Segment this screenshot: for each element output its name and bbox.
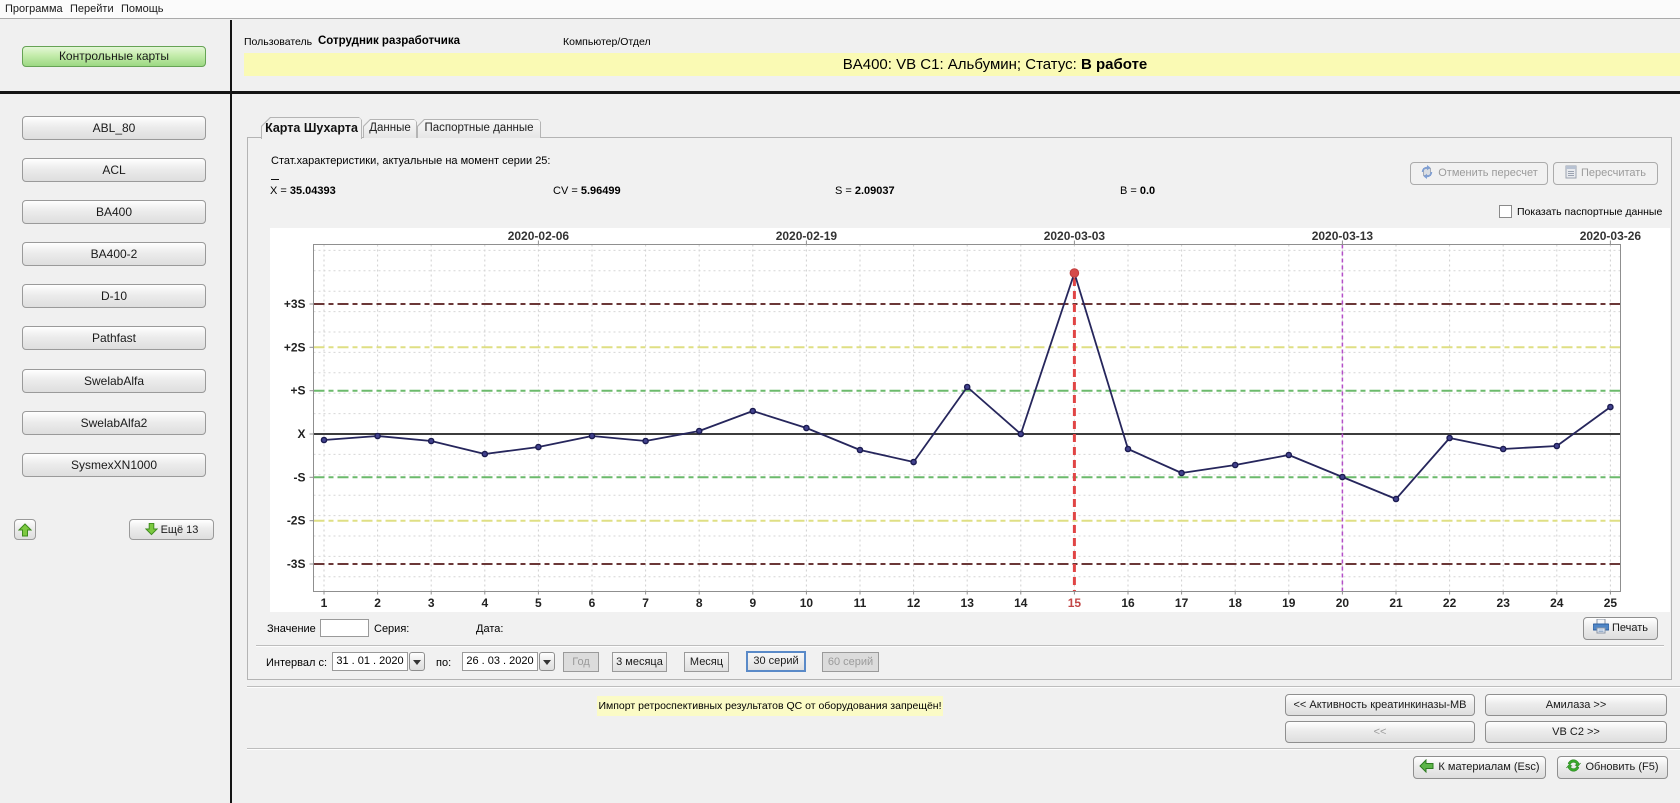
svg-text:X: X	[297, 427, 305, 441]
svg-text:2020-02-19: 2020-02-19	[776, 229, 838, 243]
svg-text:19: 19	[1282, 596, 1296, 610]
svg-text:15: 15	[1068, 596, 1082, 610]
svg-text:17: 17	[1175, 596, 1189, 610]
svg-text:-2S: -2S	[287, 514, 306, 528]
svg-text:23: 23	[1497, 596, 1511, 610]
svg-text:25: 25	[1604, 596, 1618, 610]
svg-text:+2S: +2S	[284, 340, 306, 354]
svg-text:12: 12	[907, 596, 921, 610]
svg-text:10: 10	[800, 596, 814, 610]
svg-text:7: 7	[642, 596, 649, 610]
svg-text:3: 3	[428, 596, 435, 610]
svg-text:21: 21	[1389, 596, 1403, 610]
svg-text:1: 1	[321, 596, 328, 610]
svg-text:+S: +S	[290, 384, 305, 398]
svg-text:20: 20	[1336, 596, 1350, 610]
svg-text:-3S: -3S	[287, 557, 306, 571]
svg-text:13: 13	[961, 596, 975, 610]
svg-text:8: 8	[696, 596, 703, 610]
svg-text:2020-02-06: 2020-02-06	[508, 229, 570, 243]
svg-text:14: 14	[1014, 596, 1028, 610]
svg-text:2: 2	[374, 596, 381, 610]
svg-text:4: 4	[481, 596, 488, 610]
svg-text:2020-03-03: 2020-03-03	[1044, 229, 1106, 243]
svg-text:+3S: +3S	[284, 297, 306, 311]
svg-text:5: 5	[535, 596, 542, 610]
svg-text:22: 22	[1443, 596, 1457, 610]
svg-text:11: 11	[854, 596, 867, 610]
svg-text:2020-03-13: 2020-03-13	[1312, 229, 1374, 243]
svg-text:2020-03-26: 2020-03-26	[1580, 229, 1642, 243]
svg-text:24: 24	[1550, 596, 1564, 610]
svg-text:18: 18	[1229, 596, 1243, 610]
svg-text:-S: -S	[294, 470, 306, 484]
svg-text:6: 6	[589, 596, 596, 610]
svg-text:9: 9	[749, 596, 756, 610]
svg-text:16: 16	[1121, 596, 1135, 610]
